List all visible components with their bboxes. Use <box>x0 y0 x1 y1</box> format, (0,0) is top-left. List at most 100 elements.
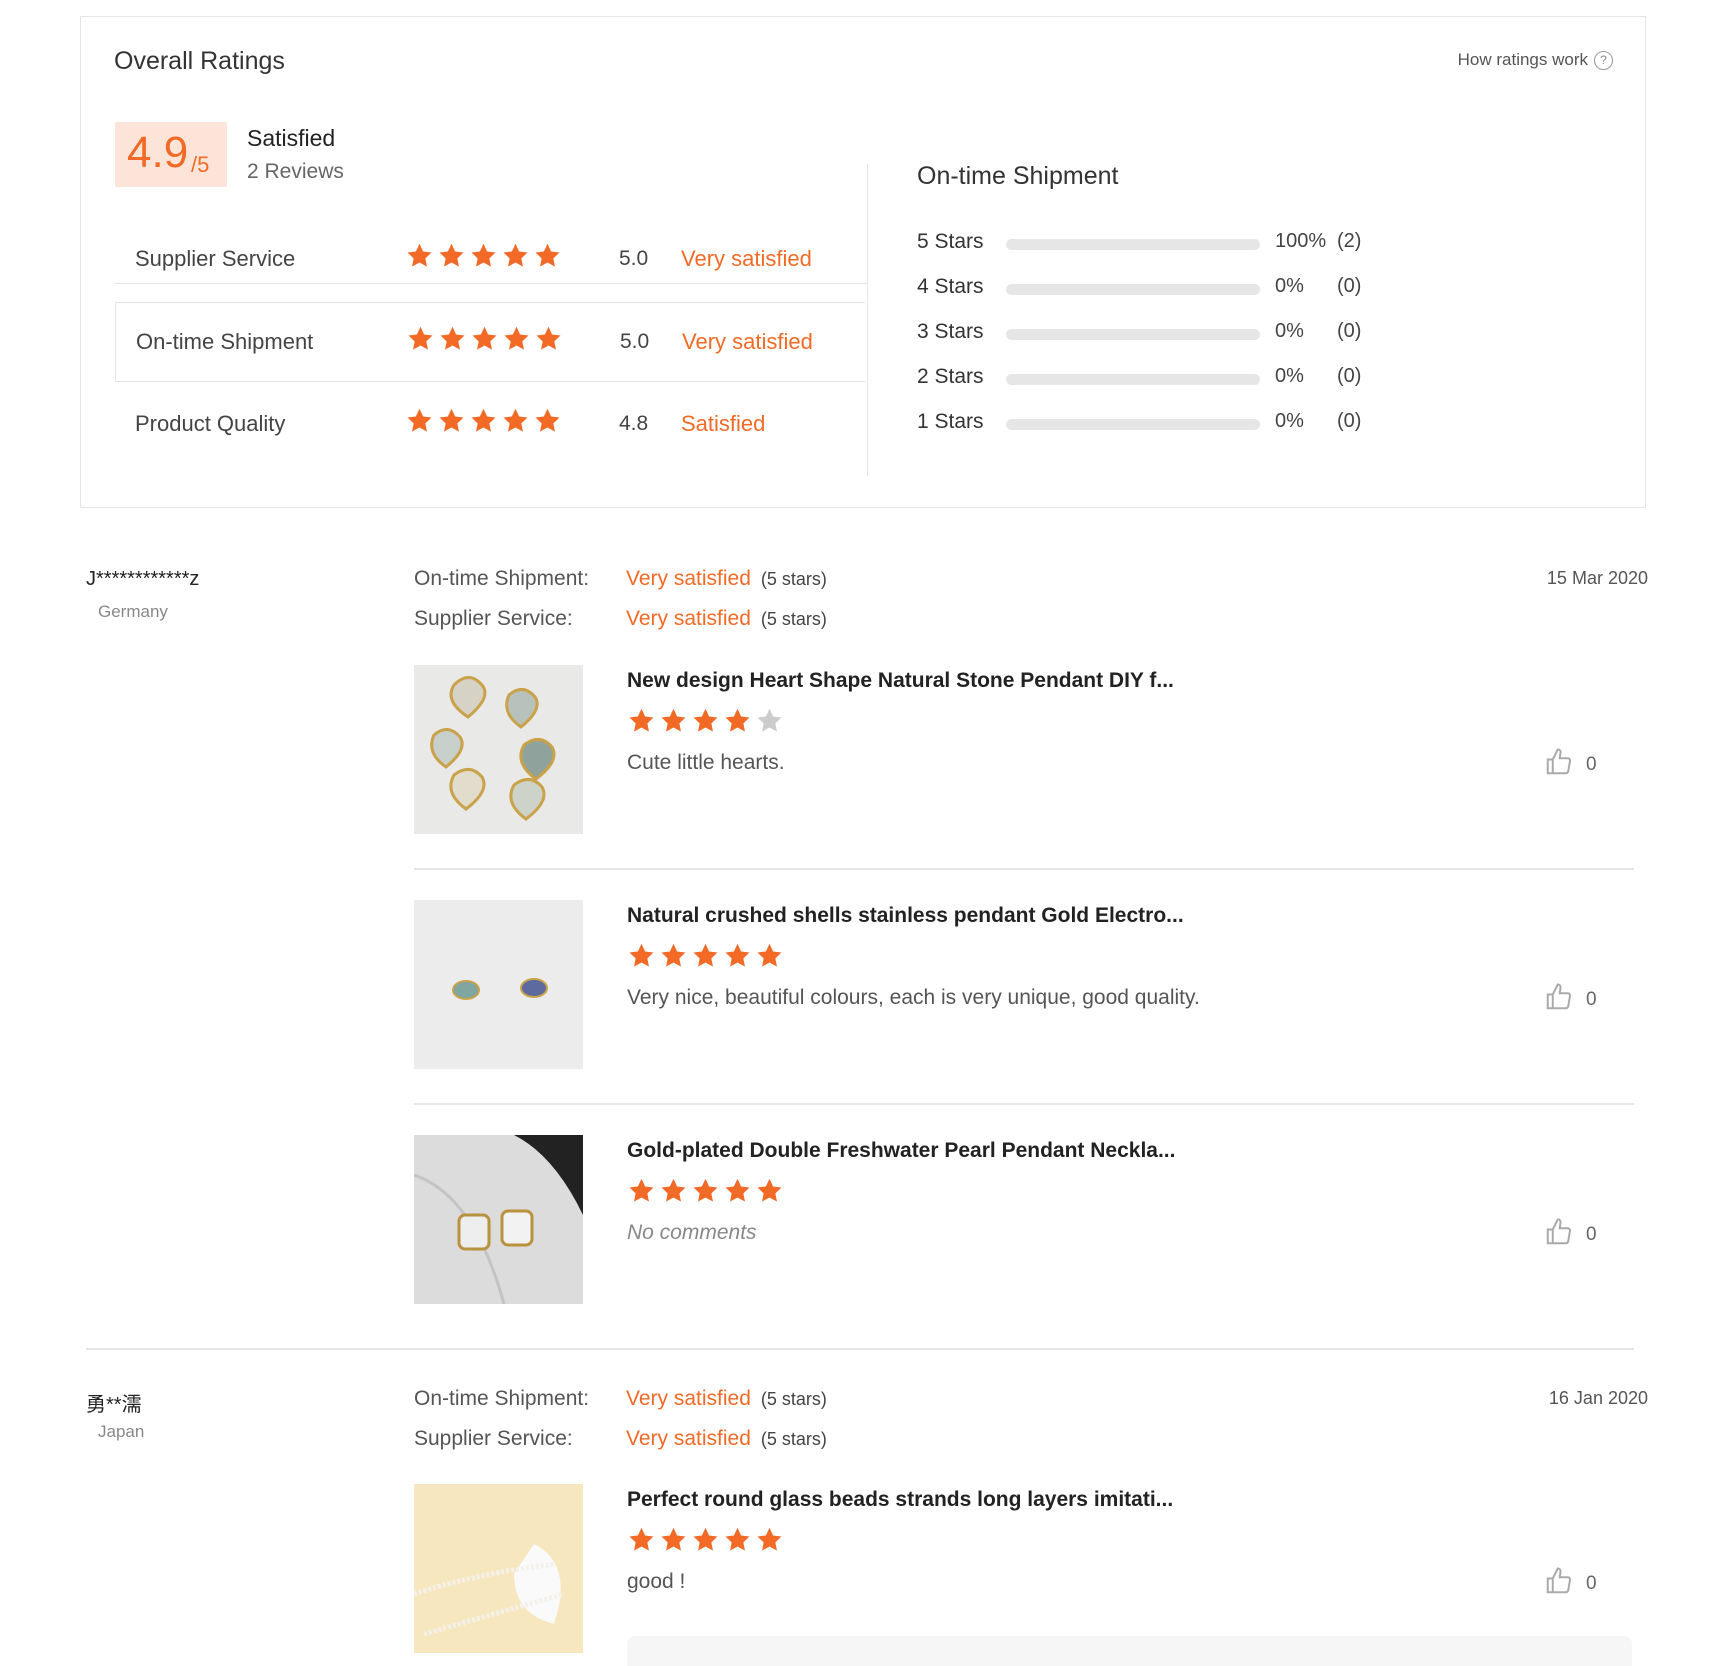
dist-count: (0) <box>1337 275 1362 297</box>
star-filled-icon <box>691 707 720 735</box>
criterion-supplier-service[interactable]: Supplier Service 5.0 Very satisfied <box>115 220 865 300</box>
like-count: 0 <box>1586 754 1597 775</box>
dist-bar <box>1006 284 1260 295</box>
product-thumbnail[interactable] <box>414 1484 583 1653</box>
criterion-desc: Very satisfied <box>682 329 813 354</box>
like-count: 0 <box>1586 1224 1597 1245</box>
service-stars-text: (5 stars) <box>760 1429 827 1449</box>
review-service-line: Supplier Service: Very satisfied (5 stars) <box>414 1427 827 1451</box>
star-filled-icon <box>659 942 688 970</box>
criterion-stars <box>405 242 565 270</box>
criterion-value: 5.0 <box>619 247 649 270</box>
dist-row: 2 Stars 0% (0) <box>917 365 1377 395</box>
product-title[interactable]: Natural crushed shells stainless pendant… <box>627 904 1184 928</box>
star-filled-icon <box>755 1177 784 1205</box>
criterion-desc: Satisfied <box>681 411 766 436</box>
like-button[interactable]: 0 <box>1544 982 1597 1018</box>
star-filled-icon <box>723 1526 752 1554</box>
criterion-stars <box>405 407 565 435</box>
star-filled-icon <box>691 1526 720 1554</box>
dist-label: 1 Stars <box>917 410 984 433</box>
star-filled-icon <box>502 325 531 353</box>
product-title[interactable]: Perfect round glass beads strands long l… <box>627 1488 1173 1512</box>
score-suffix: /5 <box>191 152 210 177</box>
review-separator <box>86 1348 1634 1350</box>
ontime-label: On-time Shipment: <box>414 567 590 590</box>
product-thumbnail[interactable] <box>414 665 583 834</box>
review-item: Perfect round glass beads strands long l… <box>414 1484 1634 1654</box>
review-item: Gold-plated Double Freshwater Pearl Pend… <box>414 1135 1634 1305</box>
product-thumbnail[interactable] <box>414 1135 583 1304</box>
product-title[interactable]: New design Heart Shape Natural Stone Pen… <box>627 669 1174 693</box>
thumbs-up-icon[interactable] <box>1544 1217 1574 1253</box>
how-ratings-work-link[interactable]: How ratings work ? <box>1458 50 1613 70</box>
dist-bar <box>1006 374 1260 385</box>
product-rating-stars <box>627 942 787 970</box>
dist-bar <box>1006 239 1260 250</box>
overall-ratings-panel: Overall Ratings How ratings work ? 4.9 /… <box>80 16 1646 508</box>
help-icon[interactable]: ? <box>1594 50 1613 70</box>
like-count: 0 <box>1586 1573 1597 1594</box>
star-filled-icon <box>755 1526 784 1554</box>
dist-bar <box>1006 419 1260 430</box>
star-filled-icon <box>627 707 656 735</box>
score-badge: 4.9 /5 <box>115 122 227 187</box>
ontime-stars-text: (5 stars) <box>760 569 827 589</box>
dist-row: 4 Stars 0% (0) <box>917 275 1377 305</box>
service-label: Supplier Service: <box>414 607 573 630</box>
star-filled-icon <box>659 1177 688 1205</box>
ontime-label: On-time Shipment: <box>414 1387 590 1410</box>
how-ratings-label[interactable]: How ratings work <box>1458 50 1588 70</box>
review-item: Natural crushed shells stainless pendant… <box>414 900 1634 1070</box>
item-separator <box>414 1103 1634 1105</box>
review-ontime-line: On-time Shipment: Very satisfied (5 stars) <box>414 567 827 591</box>
review-ontime-line: On-time Shipment: Very satisfied (5 stars) <box>414 1387 827 1411</box>
star-filled-icon <box>691 942 720 970</box>
dist-label: 2 Stars <box>917 365 984 388</box>
dist-row: 3 Stars 0% (0) <box>917 320 1377 350</box>
dist-pct: 100% <box>1275 230 1327 252</box>
review-comment: No comments <box>627 1221 757 1244</box>
service-stars-text: (5 stars) <box>760 609 827 629</box>
thumbs-up-icon[interactable] <box>1544 982 1574 1018</box>
star-filled-icon <box>659 1526 688 1554</box>
reviewer-country: Japan <box>98 1422 145 1441</box>
criterion-product-quality[interactable]: Product Quality 4.8 Satisfied <box>115 385 865 465</box>
star-filled-icon <box>533 242 562 270</box>
dist-count: (0) <box>1337 320 1362 342</box>
service-label: Supplier Service: <box>414 1427 573 1450</box>
review-date: 16 Jan 2020 <box>1548 1388 1648 1408</box>
panel-title: Overall Ratings <box>114 47 285 75</box>
overall-score-label: Satisfied <box>247 125 336 151</box>
product-rating-stars <box>627 1177 787 1205</box>
like-button[interactable]: 0 <box>1544 1217 1597 1253</box>
like-button[interactable]: 0 <box>1544 1566 1597 1602</box>
star-filled-icon <box>469 407 498 435</box>
like-button[interactable]: 0 <box>1544 747 1597 783</box>
star-filled-icon <box>723 707 752 735</box>
star-filled-icon <box>755 942 784 970</box>
dist-count: (0) <box>1337 365 1362 387</box>
thumbs-up-icon[interactable] <box>1544 1566 1574 1602</box>
item-separator <box>414 868 1634 870</box>
star-filled-icon <box>627 942 656 970</box>
product-rating-stars <box>627 1526 787 1554</box>
star-filled-icon <box>723 942 752 970</box>
review-comment: Very nice, beautiful colours, each is ve… <box>627 986 1200 1009</box>
product-title[interactable]: Gold-plated Double Freshwater Pearl Pend… <box>627 1139 1175 1163</box>
dist-label: 4 Stars <box>917 275 984 298</box>
dist-pct: 0% <box>1275 365 1304 387</box>
dist-pct: 0% <box>1275 275 1304 297</box>
dist-label: 3 Stars <box>917 320 984 343</box>
star-filled-icon <box>501 407 530 435</box>
criterion-on-time-shipment[interactable]: On-time Shipment 5.0 Very satisfied <box>115 302 865 382</box>
service-value: Very satisfied <box>626 607 751 630</box>
star-filled-icon <box>470 325 499 353</box>
star-filled-icon <box>405 407 434 435</box>
overall-score: 4.9 <box>127 128 189 177</box>
ontime-value: Very satisfied <box>626 1387 751 1410</box>
thumbs-up-icon[interactable] <box>1544 747 1574 783</box>
star-filled-icon <box>406 325 435 353</box>
product-thumbnail[interactable] <box>414 900 583 1069</box>
criterion-desc: Very satisfied <box>681 246 812 271</box>
